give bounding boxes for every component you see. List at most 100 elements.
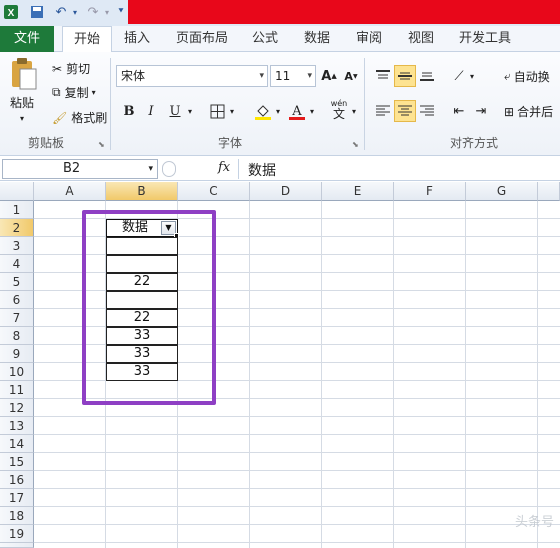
fill-color-dropdown-icon[interactable]: ▾ <box>272 100 284 122</box>
font-name-value: 宋体 <box>121 69 146 83</box>
row-header[interactable]: 7 <box>0 309 34 327</box>
quick-access-toolbar: X ↶ ▾ ↷ ▾ ⯆ <box>0 0 560 26</box>
tab-data[interactable]: 数据 <box>298 26 336 52</box>
copy-button[interactable]: ⧉ 复制 ▾ <box>52 84 96 101</box>
font-size-dropdown[interactable]: 11 ▾ <box>270 65 316 87</box>
undo-dropdown-icon[interactable]: ▾ <box>70 3 80 21</box>
row-header[interactable]: 12 <box>0 399 34 417</box>
copy-label: 复制 <box>64 86 89 100</box>
align-right-icon[interactable] <box>416 100 438 122</box>
paste-button[interactable]: 粘贴 <box>10 94 34 111</box>
font-size-value: 11 <box>275 69 291 83</box>
column-header-c[interactable]: C <box>178 182 250 201</box>
tab-file[interactable]: 文件 <box>0 26 54 52</box>
italic-button[interactable]: I <box>140 100 162 122</box>
excel-logo-icon: X <box>2 3 20 21</box>
scissors-icon: ✂ <box>52 61 63 76</box>
row-header[interactable]: 6 <box>0 291 34 309</box>
gridline <box>34 416 560 417</box>
customize-qat-icon[interactable]: ⯆ <box>116 3 126 21</box>
row-header[interactable]: 15 <box>0 453 34 471</box>
copy-dropdown-icon[interactable]: ▾ <box>92 88 96 97</box>
font-color-icon[interactable]: A <box>286 100 308 122</box>
undo-icon[interactable]: ↶ <box>52 3 70 21</box>
row-header[interactable]: 1 <box>0 201 34 219</box>
font-name-dropdown[interactable]: 宋体 ▾ <box>116 65 268 87</box>
name-box[interactable]: B2 ▾ <box>2 159 158 179</box>
underline-dropdown-icon[interactable]: ▾ <box>184 100 196 122</box>
paste-dropdown-icon[interactable]: ▾ <box>20 114 24 123</box>
align-middle-icon[interactable] <box>394 65 416 87</box>
row-header[interactable]: 2 <box>0 219 34 237</box>
copy-icon: ⧉ <box>52 85 61 99</box>
row-header[interactable]: 14 <box>0 435 34 453</box>
insert-function-icon[interactable]: fx <box>218 160 230 175</box>
format-painter-button[interactable]: 🖌 格式刷 <box>52 109 107 126</box>
formula-input[interactable]: 数据 <box>248 160 276 180</box>
align-center-icon[interactable] <box>394 100 416 122</box>
row-header[interactable]: 4 <box>0 255 34 273</box>
phonetic-dropdown-icon[interactable]: ▾ <box>348 100 360 122</box>
column-header-h[interactable] <box>538 182 560 201</box>
borders-icon[interactable] <box>206 100 228 122</box>
phonetic-icon[interactable]: wén 文 <box>328 98 350 120</box>
row-header[interactable]: 9 <box>0 345 34 363</box>
row-header[interactable]: 17 <box>0 489 34 507</box>
divider <box>364 58 365 150</box>
shrink-font-icon[interactable]: A ▼ <box>340 65 362 87</box>
column-header-f[interactable]: F <box>394 182 466 201</box>
tab-view[interactable]: 视图 <box>402 26 440 52</box>
tab-insert[interactable]: 插入 <box>116 26 158 52</box>
cut-button[interactable]: ✂ 剪切 <box>52 60 90 77</box>
underline-button[interactable]: U <box>164 100 186 122</box>
tab-formulas[interactable]: 公式 <box>246 26 284 52</box>
row-header[interactable]: 19 <box>0 525 34 543</box>
row-header[interactable]: 11 <box>0 381 34 399</box>
column-header-d[interactable]: D <box>250 182 322 201</box>
row-header[interactable]: 5 <box>0 273 34 291</box>
wrap-text-button[interactable]: ⤶ 自动换 <box>504 68 550 85</box>
tab-review[interactable]: 审阅 <box>350 26 388 52</box>
decrease-indent-icon[interactable]: ⇤ <box>448 100 470 122</box>
row-header[interactable]: 16 <box>0 471 34 489</box>
tab-home[interactable]: 开始 <box>62 26 112 55</box>
grow-font-icon[interactable]: A ▲ <box>318 65 340 87</box>
column-header-b[interactable]: B <box>106 182 178 201</box>
gridline <box>34 506 560 507</box>
increase-indent-icon[interactable]: ⇥ <box>470 100 492 122</box>
svg-text:X: X <box>8 8 15 19</box>
font-launcher-icon[interactable]: ⬊ <box>352 140 359 149</box>
fill-color-icon[interactable] <box>252 100 274 122</box>
row-header[interactable]: 18 <box>0 507 34 525</box>
gridline <box>34 452 560 453</box>
ribbon-tabs: 文件 开始 插入 页面布局 公式 数据 审阅 视图 开发工具 <box>0 26 560 55</box>
orientation-dropdown-icon[interactable]: ▾ <box>466 65 478 87</box>
column-header-e[interactable]: E <box>322 182 394 201</box>
bold-button[interactable]: B <box>118 100 140 122</box>
row-header[interactable] <box>0 543 34 548</box>
ribbon: 粘贴 ▾ ✂ 剪切 ⧉ 复制 ▾ 🖌 格式刷 剪贴板 ⬊ 宋体 ▾ 11 ▾ A ▲ … <box>0 52 560 156</box>
row-header[interactable]: 8 <box>0 327 34 345</box>
tab-page-layout[interactable]: 页面布局 <box>170 26 234 52</box>
redo-icon[interactable]: ↷ <box>84 3 102 21</box>
borders-dropdown-icon[interactable]: ▾ <box>226 100 238 122</box>
tab-developer[interactable]: 开发工具 <box>452 26 518 52</box>
align-top-icon[interactable] <box>372 65 394 87</box>
row-header[interactable]: 13 <box>0 417 34 435</box>
formula-bar-splitter[interactable] <box>162 161 176 177</box>
merge-center-button[interactable]: ⊞ 合并后 <box>504 103 553 120</box>
row-header[interactable]: 3 <box>0 237 34 255</box>
align-left-icon[interactable] <box>372 100 394 122</box>
row-header[interactable]: 10 <box>0 363 34 381</box>
save-icon[interactable] <box>28 3 46 21</box>
clipboard-launcher-icon[interactable]: ⬊ <box>98 140 105 149</box>
gridline <box>34 542 560 543</box>
align-bottom-icon[interactable] <box>416 65 438 87</box>
paste-icon[interactable] <box>8 56 40 92</box>
select-all-corner[interactable] <box>0 182 34 201</box>
redo-dropdown-icon[interactable]: ▾ <box>102 3 112 21</box>
column-header-a[interactable]: A <box>34 182 106 201</box>
column-header-g[interactable]: G <box>466 182 538 201</box>
gridline <box>34 470 560 471</box>
font-color-dropdown-icon[interactable]: ▾ <box>306 100 318 122</box>
